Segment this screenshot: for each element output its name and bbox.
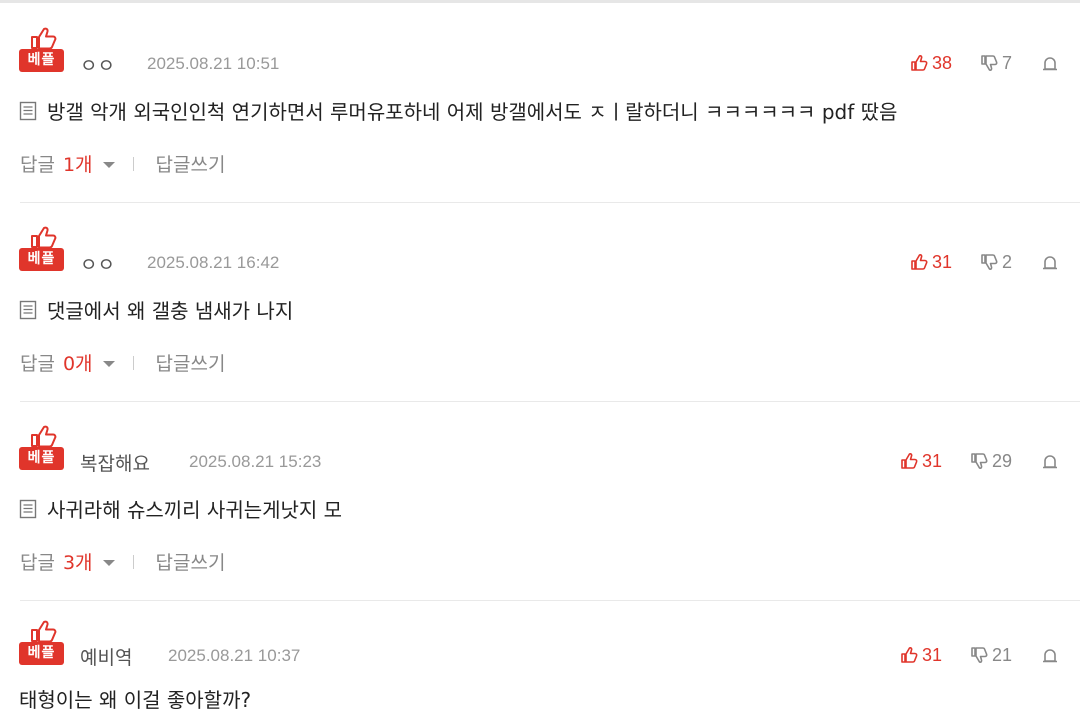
reply-count[interactable]: 0개 [63,349,93,376]
comment-item: 베플 ㅇㅇ 2025.08.21 10:51 38 7 방갤 악개 외국인인척 … [0,4,1080,203]
thumbs-up-icon [911,55,928,71]
comment-date: 2025.08.21 15:23 [189,452,322,471]
write-reply-button[interactable]: 답글쓰기 [156,150,226,177]
comment-item: 베플 ㅇㅇ 2025.08.21 16:42 31 2 댓글에서 왜 갤충 냄새… [0,203,1080,402]
upvote-count: 31 [931,251,952,272]
downvote-count: 7 [1001,52,1012,73]
reply-label[interactable]: 답글 [20,150,55,177]
document-icon [19,300,37,319]
comment-author[interactable]: ㅇㅇ [80,51,115,78]
thumbs-up-icon [31,27,57,50]
reply-label[interactable]: 답글 [20,548,55,575]
comment-text: 방갤 악개 외국인인척 연기하면서 루머유포하네 어제 방갤에서도 ㅈㅣ랄하더니… [47,100,898,124]
upvote-button[interactable]: 38 [910,53,952,74]
best-comment-badge: 베플 [19,26,65,74]
best-comment-badge: 베플 [19,225,65,273]
write-reply-button[interactable]: 답글쓰기 [156,349,226,376]
chevron-down-icon[interactable] [102,361,115,367]
comment-text: 사귀라해 슈스끼리 사귀는게낫지 모 [47,498,343,522]
vote-controls: 38 7 [910,50,1058,76]
thumbs-down-icon [971,647,988,663]
thumbs-down-icon [981,254,998,270]
separator [132,355,134,370]
thumbs-down-icon [981,55,998,71]
report-icon[interactable] [1042,647,1058,663]
downvote-button[interactable]: 7 [980,53,1012,74]
downvote-count: 29 [991,450,1012,471]
vote-controls: 31 2 [910,249,1058,275]
downvote-button[interactable]: 21 [970,645,1012,666]
upvote-button[interactable]: 31 [900,451,942,472]
report-icon[interactable] [1042,453,1058,469]
thumbs-up-icon [901,453,918,469]
comment-date: 2025.08.21 16:42 [147,253,280,272]
best-label: 베플 [19,49,64,72]
downvote-count: 2 [1001,251,1012,272]
thumbs-up-icon [911,254,928,270]
comment-date: 2025.08.21 10:51 [147,54,280,73]
best-label: 베플 [19,642,64,665]
upvote-button[interactable]: 31 [900,645,942,666]
vote-controls: 31 29 [900,448,1058,474]
downvote-button[interactable]: 29 [970,451,1012,472]
comment-author[interactable]: 복잡해요 [80,449,150,476]
best-comment-badge: 베플 [19,424,65,472]
comment-text: 댓글에서 왜 갤충 냄새가 나지 [47,299,294,323]
thumbs-up-icon [31,425,57,448]
reply-controls: 답글 3개 답글쓰기 [20,548,225,575]
reply-label[interactable]: 답글 [20,349,55,376]
comment-date: 2025.08.21 10:37 [168,646,301,665]
document-icon [19,499,37,518]
best-comment-badge: 베플 [19,619,65,667]
comment-body: 사귀라해 슈스끼리 사귀는게낫지 모 [19,494,342,523]
comment-author[interactable]: ㅇㅇ [80,250,115,277]
upvote-button[interactable]: 31 [910,252,952,273]
upvote-count: 38 [931,52,952,73]
comment-body: 방갤 악개 외국인인척 연기하면서 루머유포하네 어제 방갤에서도 ㅈㅣ랄하더니… [19,96,897,125]
vote-controls: 31 21 [900,642,1058,668]
upvote-count: 31 [921,644,942,665]
downvote-button[interactable]: 2 [980,252,1012,273]
comment-item: 베플 복잡해요 2025.08.21 15:23 31 29 사귀라해 슈스끼리… [0,402,1080,601]
reply-count[interactable]: 3개 [63,548,93,575]
write-reply-button[interactable]: 답글쓰기 [156,548,226,575]
top-border [0,0,1080,3]
reply-controls: 답글 0개 답글쓰기 [20,349,225,376]
thumbs-up-icon [31,226,57,249]
comment-author[interactable]: 예비역 [80,643,132,670]
best-label: 베플 [19,248,64,271]
chevron-down-icon[interactable] [102,560,115,566]
thumbs-up-icon [901,647,918,663]
chevron-down-icon[interactable] [102,162,115,168]
upvote-count: 31 [921,450,942,471]
comment-body: 댓글에서 왜 갤충 냄새가 나지 [19,295,293,324]
report-icon[interactable] [1042,55,1058,71]
reply-controls: 답글 1개 답글쓰기 [20,150,225,177]
thumbs-down-icon [971,453,988,469]
document-icon [19,101,37,120]
downvote-count: 21 [991,644,1012,665]
separator [132,156,134,171]
comment-item: 베플 예비역 2025.08.21 10:37 31 21 태형이는 왜 이걸 … [0,600,1080,712]
separator [132,554,134,569]
reply-count[interactable]: 1개 [63,150,93,177]
best-label: 베플 [19,447,64,470]
thumbs-up-icon [31,620,57,643]
report-icon[interactable] [1042,254,1058,270]
